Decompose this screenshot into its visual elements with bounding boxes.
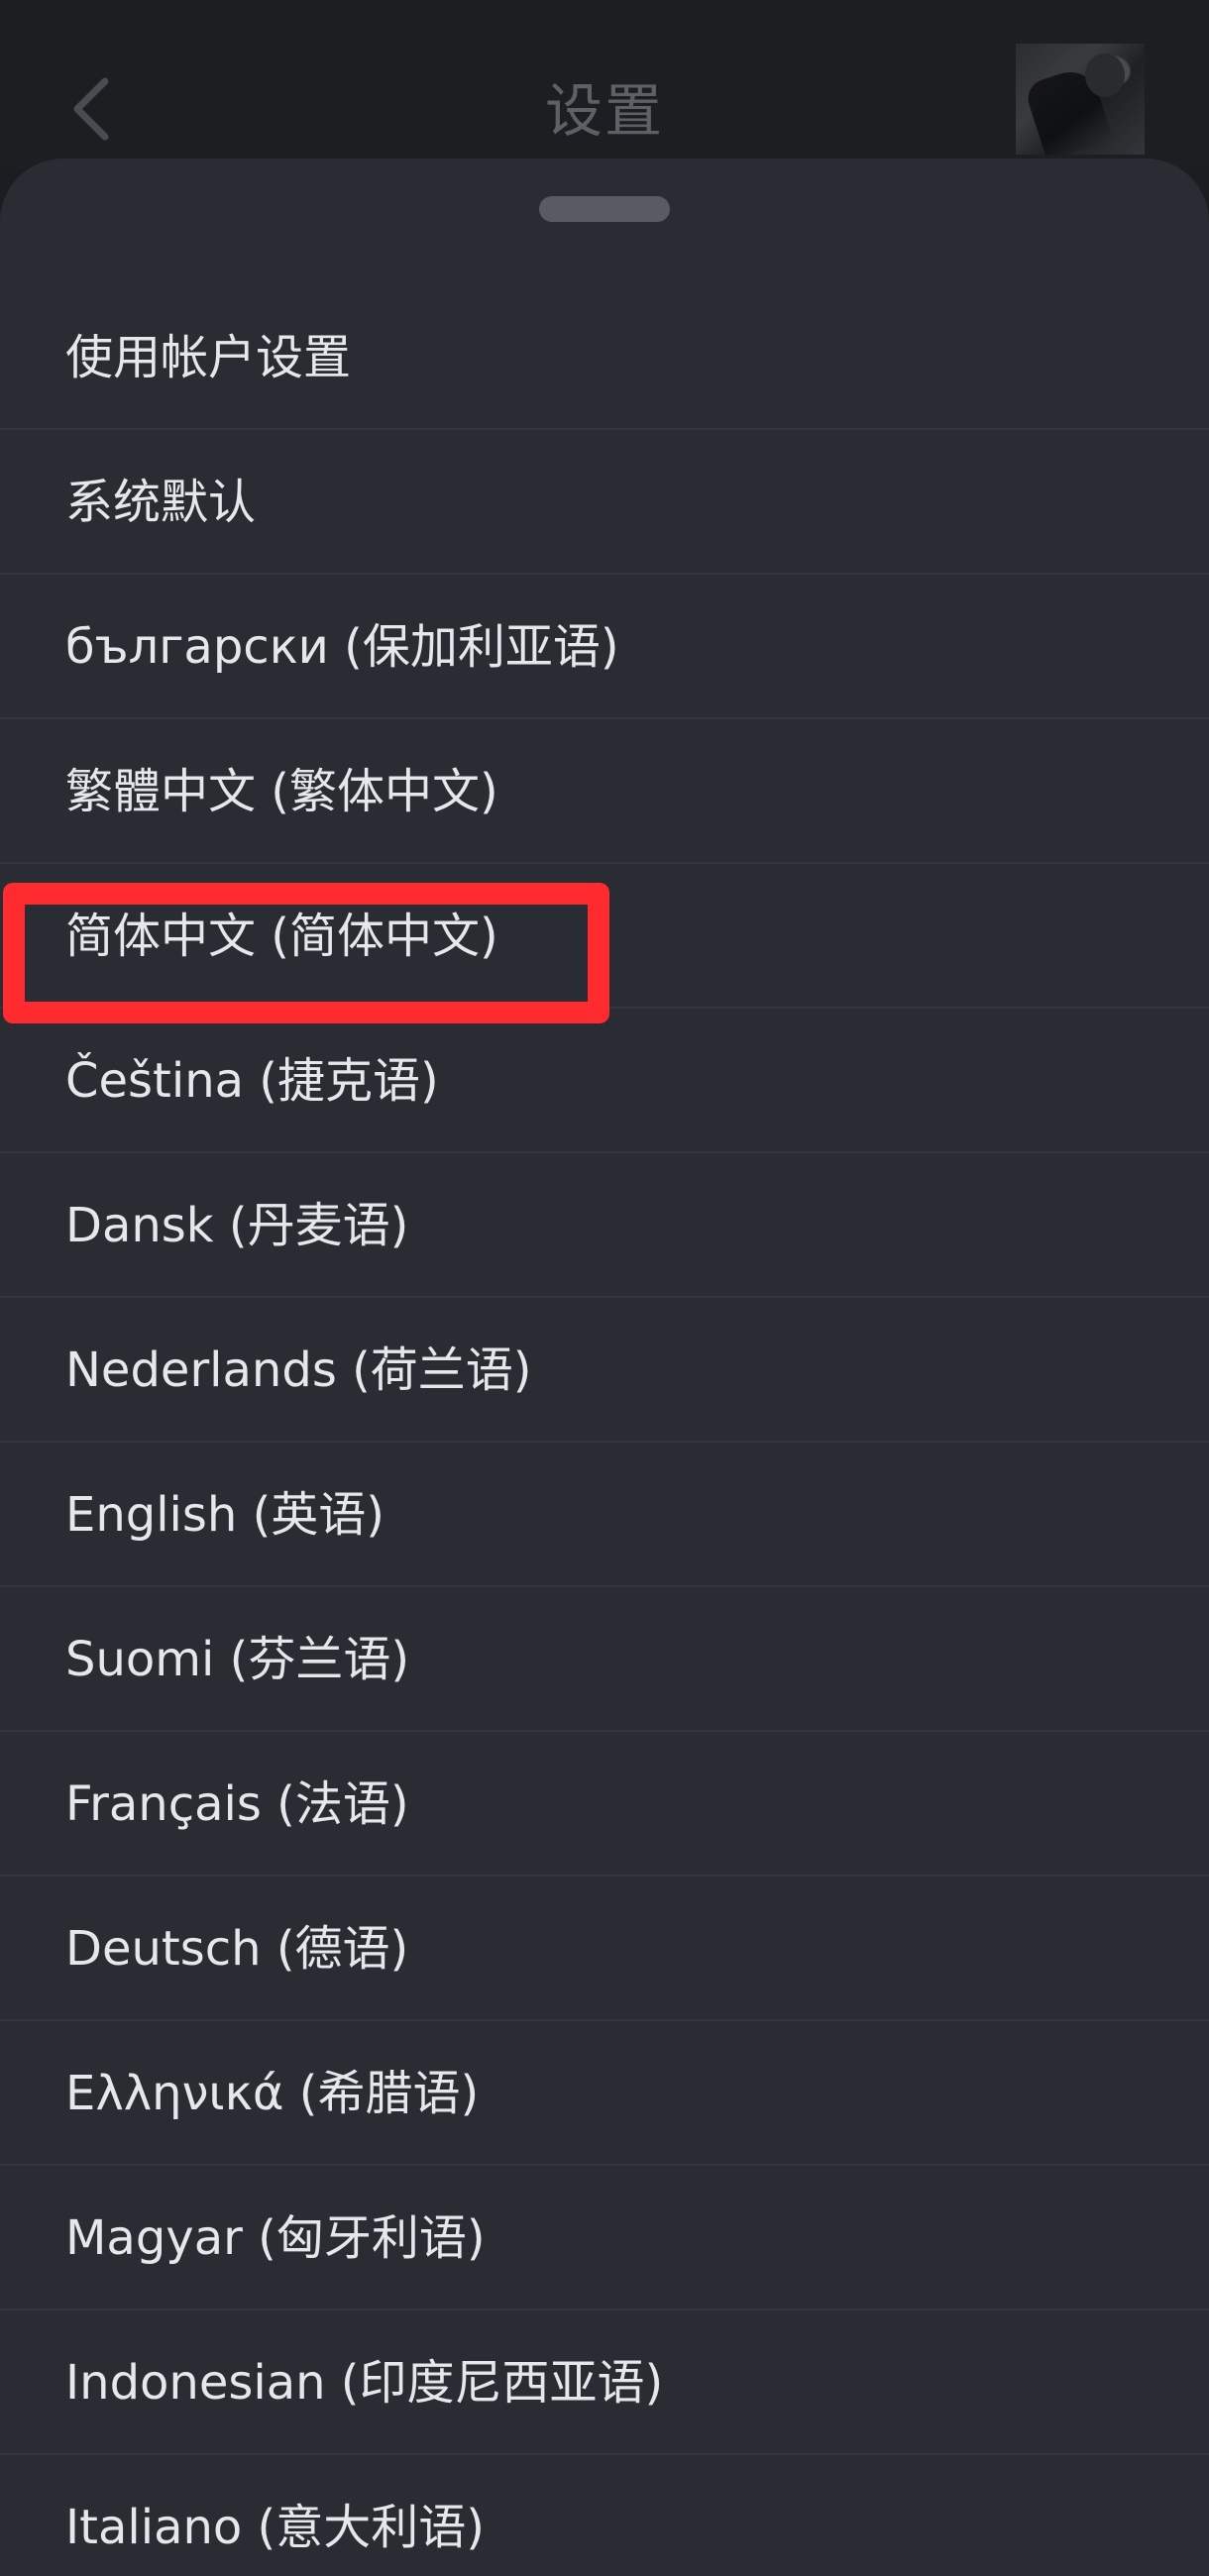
language-label: 系统默认 (65, 475, 257, 530)
language-label: български (保加利亚语) (65, 619, 619, 675)
language-option[interactable]: Deutsch (德语) (0, 1877, 1209, 2021)
language-option[interactable]: 繁體中文 (繁体中文) (0, 719, 1209, 864)
language-label: Indonesian (印度尼西亚语) (65, 2355, 664, 2411)
language-option[interactable]: български (保加利亚语) (0, 575, 1209, 719)
language-option[interactable]: 系统默认 (0, 430, 1209, 575)
language-label: 繁體中文 (繁体中文) (65, 764, 498, 819)
language-bottom-sheet: 使用帐户设置 系统默认 български (保加利亚语) 繁體中文 (繁体中文… (0, 159, 1209, 2576)
language-label: Français (法语) (65, 1776, 409, 1832)
language-label: Čeština (捷克语) (65, 1053, 439, 1109)
language-label: 使用帐户设置 (65, 330, 352, 385)
language-option-simplified-chinese[interactable]: 简体中文 (简体中文) (0, 864, 1209, 1009)
language-label: Magyar (匈牙利语) (65, 2210, 486, 2266)
top-bar: 设置 (0, 0, 1209, 168)
language-option[interactable]: English (英语) (0, 1443, 1209, 1587)
drag-handle[interactable] (539, 196, 670, 222)
language-label: Italiano (意大利语) (65, 2500, 485, 2555)
language-label: English (英语) (65, 1487, 385, 1543)
language-label: Nederlands (荷兰语) (65, 1342, 532, 1398)
language-list: 使用帐户设置 系统默认 български (保加利亚语) 繁體中文 (繁体中文… (0, 285, 1209, 2576)
language-option[interactable]: Français (法语) (0, 1732, 1209, 1877)
language-option[interactable]: Čeština (捷克语) (0, 1009, 1209, 1153)
language-label: Suomi (芬兰语) (65, 1632, 410, 1687)
language-option[interactable]: Dansk (丹麦语) (0, 1153, 1209, 1298)
language-option[interactable]: Nederlands (荷兰语) (0, 1298, 1209, 1443)
language-option[interactable]: Italiano (意大利语) (0, 2455, 1209, 2576)
language-option[interactable]: Magyar (匈牙利语) (0, 2166, 1209, 2310)
language-label: Dansk (丹麦语) (65, 1198, 409, 1253)
language-option[interactable]: Suomi (芬兰语) (0, 1587, 1209, 1732)
avatar[interactable] (1016, 44, 1145, 155)
language-option[interactable]: Indonesian (印度尼西亚语) (0, 2310, 1209, 2455)
language-label: 简体中文 (简体中文) (65, 909, 498, 964)
language-option[interactable]: Ελληνικά (希腊语) (0, 2021, 1209, 2166)
language-label: Deutsch (德语) (65, 1921, 409, 1977)
language-option[interactable]: 使用帐户设置 (0, 285, 1209, 430)
language-label: Ελληνικά (希腊语) (65, 2066, 480, 2121)
